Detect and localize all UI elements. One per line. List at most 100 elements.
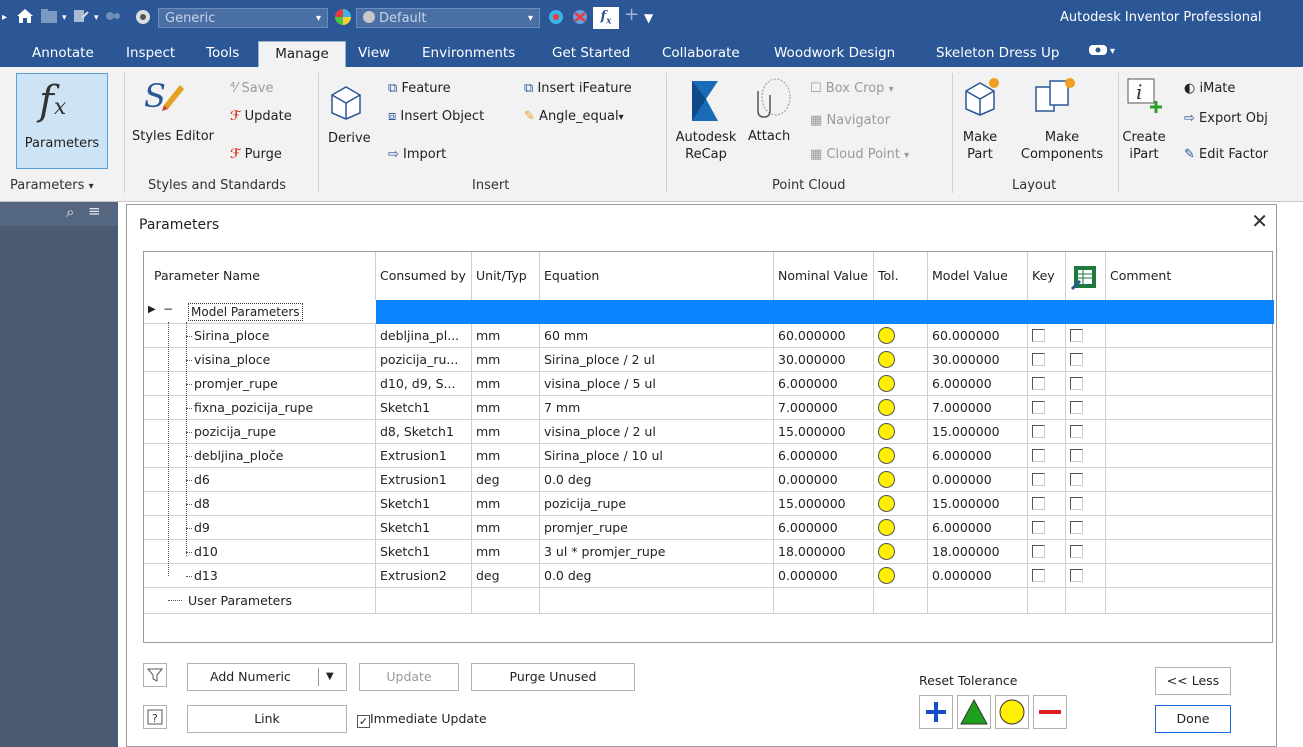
name-cell[interactable]: pozicija_rupe	[184, 420, 376, 443]
unit-cell[interactable]: mm	[472, 324, 540, 347]
key-cell[interactable]	[1028, 444, 1066, 467]
menu-icon[interactable]: ≡	[88, 202, 101, 220]
consumed-cell[interactable]: Sketch1	[376, 396, 472, 419]
name-cell[interactable]: debljina_ploče	[184, 444, 376, 467]
median-tolerance-button[interactable]	[957, 695, 991, 729]
link-button[interactable]: Link	[187, 705, 347, 733]
consumed-cell[interactable]: pozicija_ru...	[376, 348, 472, 371]
filter-icon[interactable]	[143, 663, 167, 687]
material-combo[interactable]: Generic ▾	[158, 8, 328, 28]
unit-cell[interactable]: mm	[472, 540, 540, 563]
tolerance-nominal-icon[interactable]	[878, 423, 895, 440]
key-checkbox[interactable]	[1032, 569, 1045, 582]
customize-icon[interactable]: ▼	[644, 8, 653, 28]
attach-button[interactable]: Attach	[748, 129, 790, 144]
import-button[interactable]: ⇨ Import	[388, 147, 446, 162]
col-nominal-value[interactable]: Nominal Value	[774, 252, 874, 300]
adjust-icon[interactable]	[546, 8, 566, 28]
consumed-cell[interactable]: d8, Sketch1	[376, 420, 472, 443]
key-cell[interactable]	[1028, 396, 1066, 419]
model-cell[interactable]: 6.000000	[928, 372, 1028, 395]
home-icon[interactable]	[16, 8, 34, 28]
export-checkbox[interactable]	[1070, 449, 1083, 462]
tab-manage[interactable]: Manage	[258, 41, 346, 67]
col-unit[interactable]: Unit/Typ	[472, 252, 540, 300]
chevron-icon[interactable]: ▸	[2, 8, 7, 28]
model-cell[interactable]: 7.000000	[928, 396, 1028, 419]
col-consumed-by[interactable]: Consumed by	[376, 252, 472, 300]
key-checkbox[interactable]	[1032, 521, 1045, 534]
unit-cell[interactable]: mm	[472, 420, 540, 443]
parameters-button[interactable]: fx Parameters	[16, 73, 108, 169]
key-checkbox[interactable]	[1032, 329, 1045, 342]
tolerance-cell[interactable]	[874, 444, 928, 467]
tolerance-cell[interactable]	[874, 420, 928, 443]
fx-icon[interactable]: fx	[593, 7, 619, 29]
nominal-cell[interactable]: 15.000000	[774, 420, 874, 443]
tab-annotate[interactable]: Annotate	[28, 41, 98, 67]
tab-woodwork-design[interactable]: Woodwork Design	[770, 41, 899, 67]
consumed-cell[interactable]: Sketch1	[376, 516, 472, 539]
tolerance-nominal-icon[interactable]	[878, 399, 895, 416]
autodesk-recap-button[interactable]: Autodesk ReCap	[670, 129, 742, 163]
cloud-point-button[interactable]: ▦ Cloud Point ▾	[810, 147, 909, 162]
box-crop-button[interactable]: ☐ Box Crop ▾	[810, 81, 894, 96]
insert-ifeature-button[interactable]: ⧉ Insert iFeature	[524, 81, 632, 96]
export-checkbox[interactable]	[1070, 545, 1083, 558]
nominal-cell[interactable]: 0.000000	[774, 468, 874, 491]
consumed-cell[interactable]: Extrusion1	[376, 444, 472, 467]
tolerance-cell[interactable]	[874, 492, 928, 515]
done-button[interactable]: Done	[1155, 705, 1231, 733]
tolerance-cell[interactable]	[874, 372, 928, 395]
export-obj-button[interactable]: ⇨ Export Obj	[1184, 111, 1268, 126]
unit-cell[interactable]: mm	[472, 492, 540, 515]
export-checkbox[interactable]	[1070, 497, 1083, 510]
key-cell[interactable]	[1028, 420, 1066, 443]
export-checkbox[interactable]	[1070, 377, 1083, 390]
tab-tools[interactable]: Tools	[202, 41, 243, 67]
tolerance-nominal-icon[interactable]	[878, 495, 895, 512]
unit-cell[interactable]: mm	[472, 516, 540, 539]
table-row[interactable]: visina_ploce pozicija_ru... mm Sirina_ploce…	[144, 348, 1274, 372]
key-cell[interactable]	[1028, 324, 1066, 347]
unit-cell[interactable]: deg	[472, 468, 540, 491]
nominal-cell[interactable]: 0.000000	[774, 564, 874, 587]
equation-cell[interactable]: 7 mm	[540, 396, 774, 419]
group-parameters[interactable]: Parameters ▾	[10, 178, 94, 193]
col-model-value[interactable]: Model Value	[928, 252, 1028, 300]
consumed-cell[interactable]: Extrusion2	[376, 564, 472, 587]
key-checkbox[interactable]	[1032, 401, 1045, 414]
make-part-button[interactable]: Make Part	[960, 129, 1000, 163]
table-row[interactable]: d9 Sketch1 mm promjer_rupe 6.000000 6.000000	[144, 516, 1274, 540]
nominal-cell[interactable]: 6.000000	[774, 444, 874, 467]
nominal-cell[interactable]: 7.000000	[774, 396, 874, 419]
table-row[interactable]: fixna_pozicija_rupe Sketch1 mm 7 mm 7.000000…	[144, 396, 1274, 420]
name-cell[interactable]: d8	[184, 492, 376, 515]
tolerance-nominal-icon[interactable]	[878, 351, 895, 368]
key-checkbox[interactable]	[1032, 377, 1045, 390]
col-key[interactable]: Key	[1028, 252, 1066, 300]
media-icon[interactable]: ▾	[1084, 41, 1122, 67]
equation-cell[interactable]: 0.0 deg	[540, 564, 774, 587]
table-row[interactable]: pozicija_rupe d8, Sketch1 mm visina_ploce /…	[144, 420, 1274, 444]
model-cell[interactable]: 0.000000	[928, 468, 1028, 491]
equation-cell[interactable]: pozicija_rupe	[540, 492, 774, 515]
redo-icon[interactable]	[104, 8, 122, 28]
consumed-cell[interactable]: debljina_pl...	[376, 324, 472, 347]
tolerance-nominal-icon[interactable]	[878, 375, 895, 392]
nominal-tolerance-button[interactable]	[995, 695, 1029, 729]
model-cell[interactable]: 60.000000	[928, 324, 1028, 347]
export-checkbox[interactable]	[1070, 569, 1083, 582]
purge-unused-button[interactable]: Purge Unused	[471, 663, 635, 691]
table-row[interactable]: promjer_rupe d10, d9, S... mm visina_ploce …	[144, 372, 1274, 396]
equation-cell[interactable]: promjer_rupe	[540, 516, 774, 539]
help-icon[interactable]: ?	[143, 705, 167, 729]
dropdown-icon[interactable]: ▾	[94, 8, 99, 28]
unit-cell[interactable]: deg	[472, 564, 540, 587]
export-checkbox[interactable]	[1070, 401, 1083, 414]
model-cell[interactable]: 6.000000	[928, 444, 1028, 467]
model-cell[interactable]: 6.000000	[928, 516, 1028, 539]
export-checkbox[interactable]	[1070, 473, 1083, 486]
key-checkbox[interactable]	[1032, 545, 1045, 558]
model-cell[interactable]: 30.000000	[928, 348, 1028, 371]
